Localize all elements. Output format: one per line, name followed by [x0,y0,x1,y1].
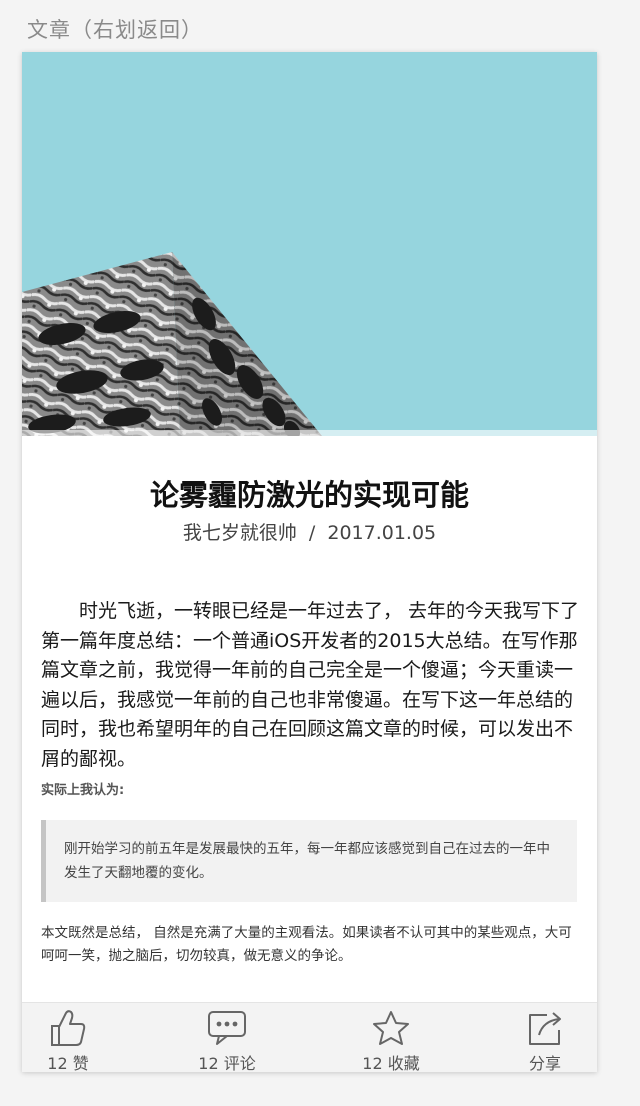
comment-count-label: 12 评论 [198,1054,256,1072]
share-icon [529,1012,561,1045]
favorite-count-label: 12 收藏 [362,1054,420,1072]
article-summary: 本文既然是总结， 自然是充满了大量的主观看法。如果读者不认可其中的某些观点，大可… [41,925,572,964]
favorite-button[interactable]: 12 收藏 [336,1009,446,1072]
like-button[interactable]: 12 赞 [22,1009,123,1072]
star-icon [373,1011,409,1045]
share-label: 分享 [528,1054,561,1072]
comment-icon [208,1011,246,1045]
article-paragraph: 时光飞逝，一转眼已经是一年过去了， 去年的今天我写下了第一篇年度总结：一个普通i… [41,600,580,770]
thumbs-up-icon [51,1010,86,1046]
share-button[interactable]: 分享 [490,1009,597,1072]
article-card: 论雾霾防激光的实现可能 我七岁就很帅 / 2017.01.05 时光飞逝，一转眼… [22,52,597,1072]
hero-image [22,52,597,436]
article-title: 论雾霾防激光的实现可能 [149,478,469,512]
meta-separator: / [308,522,316,544]
article-date: 2017.01.05 [327,522,437,544]
like-count-label: 12 赞 [47,1054,89,1072]
article-meta: 我七岁就很帅 / 2017.01.05 [22,518,597,545]
page-header-title[interactable]: 文章（右划返回） [27,14,203,44]
article-blockquote: 刚开始学习的前五年是发展最快的五年，每一年都应该感觉到自己在过去的一年中发生了天… [41,820,577,902]
article-author[interactable]: 我七岁就很帅 [183,522,297,544]
comment-button[interactable]: 12 评论 [172,1009,282,1072]
bottom-toolbar: 12 赞 12 评论 12 收藏 分享 [22,1002,597,1072]
article-subheading: 实际上我认为: [41,783,125,798]
